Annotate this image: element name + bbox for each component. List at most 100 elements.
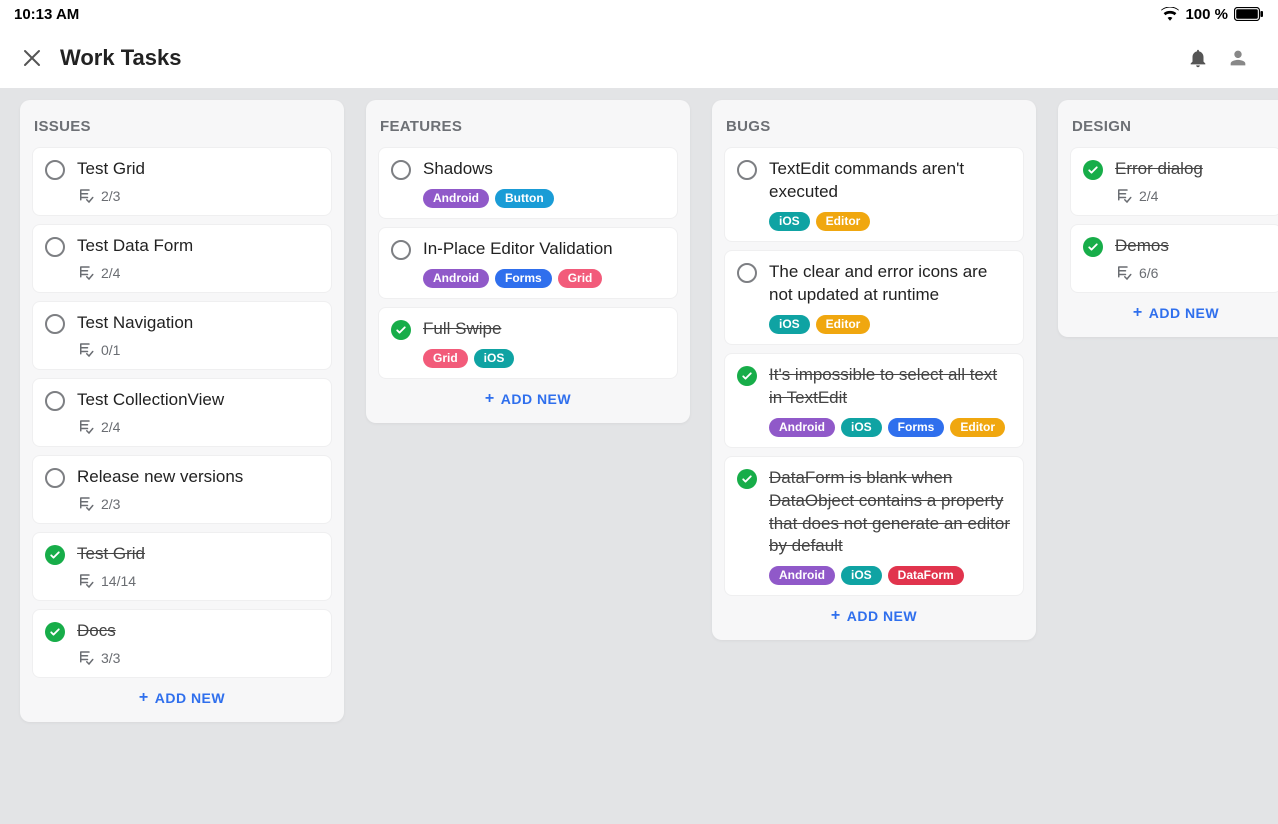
card[interactable]: The clear and error icons are not update… — [724, 250, 1024, 345]
progress-text: 3/3 — [101, 650, 120, 666]
card-body: In-Place Editor ValidationAndroidFormsGr… — [423, 238, 665, 288]
card-title: Error dialog — [1115, 158, 1269, 181]
tag[interactable]: Editor — [816, 212, 871, 231]
column: DESIGNError dialog2/4 Demos6/6+ADD NEW — [1058, 100, 1278, 337]
status-time: 10:13 AM — [14, 6, 79, 23]
status-done-icon[interactable] — [45, 620, 67, 667]
progress-text: 0/1 — [101, 342, 120, 358]
card-list: ShadowsAndroidButtonIn-Place Editor Vali… — [366, 147, 690, 379]
card[interactable]: In-Place Editor ValidationAndroidFormsGr… — [378, 227, 678, 299]
card[interactable]: ShadowsAndroidButton — [378, 147, 678, 219]
checkmark-icon — [45, 622, 65, 642]
plus-icon: + — [139, 690, 149, 706]
card[interactable]: DataForm is blank when DataObject contai… — [724, 456, 1024, 597]
card-body: Test Grid14/14 — [77, 543, 319, 590]
tag[interactable]: iOS — [841, 418, 882, 437]
add-new-label: ADD NEW — [847, 608, 917, 624]
device-status-bar: 10:13 AM 100 % — [0, 0, 1278, 28]
circle-icon — [45, 160, 65, 180]
card[interactable]: Full SwipeGridiOS — [378, 307, 678, 379]
circle-icon — [391, 160, 411, 180]
tag[interactable]: iOS — [841, 566, 882, 585]
status-todo-icon[interactable] — [45, 389, 67, 436]
tag-list: GridiOS — [423, 349, 665, 368]
card[interactable]: TextEdit commands aren't executediOSEdit… — [724, 147, 1024, 242]
card-body: Docs3/3 — [77, 620, 319, 667]
card[interactable]: Docs3/3 — [32, 609, 332, 678]
close-button[interactable] — [20, 46, 44, 70]
status-todo-icon[interactable] — [391, 238, 413, 288]
status-todo-icon[interactable] — [391, 158, 413, 208]
card-progress: 0/1 — [77, 341, 319, 359]
card[interactable]: Test Data Form 2/4 — [32, 224, 332, 293]
tag[interactable]: Button — [495, 189, 554, 208]
checkmark-icon — [45, 545, 65, 565]
person-icon — [1227, 47, 1249, 69]
tag[interactable]: Forms — [888, 418, 945, 437]
add-new-button[interactable]: +ADD NEW — [1058, 293, 1278, 329]
tag[interactable]: iOS — [474, 349, 515, 368]
tag[interactable]: Forms — [495, 269, 552, 288]
tag[interactable]: Grid — [423, 349, 468, 368]
plus-icon: + — [1133, 305, 1143, 321]
card-body: Full SwipeGridiOS — [423, 318, 665, 368]
status-done-icon[interactable] — [391, 318, 413, 368]
status-done-icon[interactable] — [737, 364, 759, 437]
card[interactable]: Test Grid2/3 — [32, 147, 332, 216]
card[interactable]: Demos6/6 — [1070, 224, 1278, 293]
card[interactable]: Test Grid14/14 — [32, 532, 332, 601]
nav-bar: Work Tasks — [0, 28, 1278, 88]
tag[interactable]: DataForm — [888, 566, 964, 585]
card[interactable]: It's impossible to select all text in Te… — [724, 353, 1024, 448]
card-progress: 2/3 — [77, 187, 319, 205]
status-todo-icon[interactable] — [737, 261, 759, 334]
status-done-icon[interactable] — [1083, 158, 1105, 205]
status-done-icon[interactable] — [1083, 235, 1105, 282]
plus-icon: + — [485, 391, 495, 407]
card[interactable]: Error dialog2/4 — [1070, 147, 1278, 216]
tag[interactable]: Android — [769, 566, 835, 585]
status-todo-icon[interactable] — [45, 235, 67, 282]
status-todo-icon[interactable] — [45, 466, 67, 513]
status-right: 100 % — [1161, 6, 1264, 23]
card-progress: 3/3 — [77, 649, 319, 667]
add-new-button[interactable]: + ADD NEW — [366, 379, 690, 415]
card-body: Test Data Form 2/4 — [77, 235, 319, 282]
card-body: Test Navigation 0/1 — [77, 312, 319, 359]
tag[interactable]: Editor — [816, 315, 871, 334]
add-new-button[interactable]: + ADD NEW — [712, 596, 1036, 632]
status-todo-icon[interactable] — [45, 312, 67, 359]
add-new-button[interactable]: +ADD NEW — [20, 678, 344, 714]
tag[interactable]: Grid — [558, 269, 603, 288]
card-body: Release new versions2/3 — [77, 466, 319, 513]
tag[interactable]: iOS — [769, 212, 810, 231]
tag[interactable]: Android — [423, 189, 489, 208]
add-new-label: ADD NEW — [501, 391, 571, 407]
subtasks-icon — [1115, 187, 1133, 205]
card-title: Test Data Form — [77, 235, 319, 258]
tag[interactable]: iOS — [769, 315, 810, 334]
status-done-icon[interactable] — [45, 543, 67, 590]
notifications-button[interactable] — [1178, 38, 1218, 78]
subtasks-icon — [77, 649, 95, 667]
status-todo-icon[interactable] — [45, 158, 67, 205]
tag[interactable]: Android — [769, 418, 835, 437]
card[interactable]: Release new versions2/3 — [32, 455, 332, 524]
status-todo-icon[interactable] — [737, 158, 759, 231]
tag[interactable]: Editor — [950, 418, 1005, 437]
card-list: Error dialog2/4 Demos6/6 — [1058, 147, 1278, 293]
card[interactable]: Test CollectionView2/4 — [32, 378, 332, 447]
column-title: DESIGN — [1058, 100, 1278, 147]
status-done-icon[interactable] — [737, 467, 759, 586]
profile-button[interactable] — [1218, 38, 1258, 78]
tag-list: Android iOS Forms Editor — [769, 418, 1011, 437]
plus-icon: + — [831, 608, 841, 624]
subtasks-icon — [77, 572, 95, 590]
card-title: Test Navigation — [77, 312, 319, 335]
subtasks-icon — [77, 341, 95, 359]
card[interactable]: Test Navigation 0/1 — [32, 301, 332, 370]
kanban-board[interactable]: ISSUESTest Grid2/3Test Data Form2/4Test … — [0, 88, 1278, 824]
tag[interactable]: Android — [423, 269, 489, 288]
card-progress: 2/4 — [77, 264, 319, 282]
card-progress: 6/6 — [1115, 264, 1269, 282]
